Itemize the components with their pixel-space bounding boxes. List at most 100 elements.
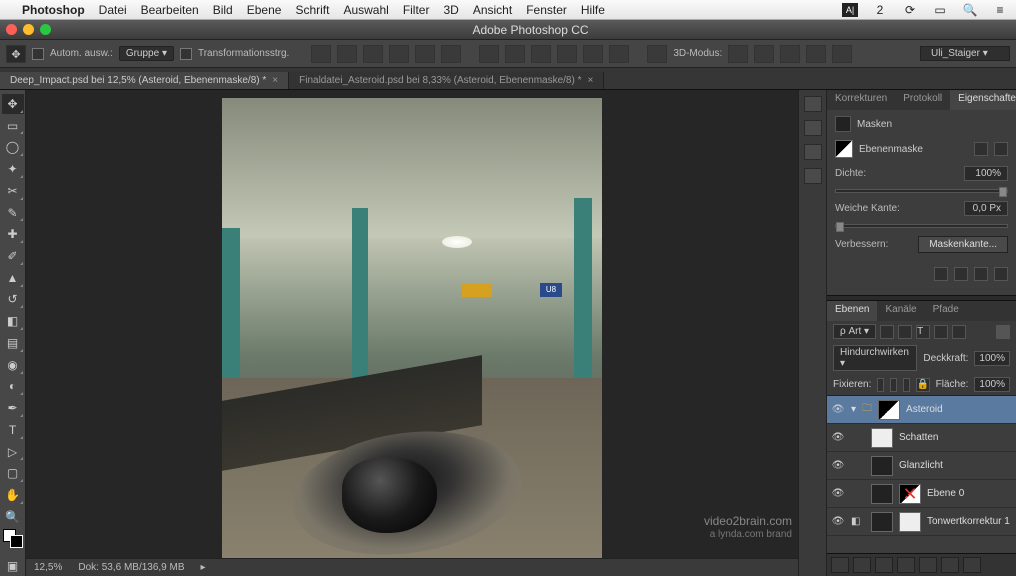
collapsed-panel-icon[interactable] bbox=[804, 168, 822, 184]
blur-tool[interactable]: ◉ bbox=[2, 355, 24, 375]
layer-row[interactable]: 👁 Glanzlicht bbox=[827, 452, 1016, 480]
menu-schrift[interactable]: Schrift bbox=[295, 3, 329, 17]
3d-grid-icon[interactable] bbox=[647, 45, 667, 63]
3d-scale-icon[interactable] bbox=[832, 45, 852, 63]
layer-row[interactable]: 👁 ✕ Ebene 0 ↖ bbox=[827, 480, 1016, 508]
3d-orbit-icon[interactable] bbox=[728, 45, 748, 63]
brush-tool[interactable]: ✐ bbox=[2, 246, 24, 266]
filter-type-icon[interactable]: T bbox=[916, 325, 930, 339]
blend-mode-select[interactable]: Hindurchwirken ▾ bbox=[833, 345, 917, 371]
tab-eigenschaften[interactable]: Eigenschaften bbox=[950, 90, 1016, 110]
layer-row[interactable]: 👁 Schatten bbox=[827, 424, 1016, 452]
opacity-value[interactable]: 100% bbox=[974, 351, 1010, 366]
lock-all-icon[interactable]: 🔒 bbox=[916, 378, 930, 392]
visibility-toggle-icon[interactable]: 👁 bbox=[831, 516, 845, 527]
pen-tool[interactable]: ✒ bbox=[2, 398, 24, 418]
marquee-tool[interactable]: ▭ bbox=[2, 116, 24, 136]
fill-value[interactable]: 100% bbox=[974, 377, 1010, 392]
filter-pixel-icon[interactable] bbox=[880, 325, 894, 339]
eyedropper-tool[interactable]: ✎ bbox=[2, 203, 24, 223]
density-value[interactable]: 100% bbox=[964, 166, 1008, 181]
group-icon[interactable] bbox=[919, 557, 937, 573]
auto-select-mode-select[interactable]: Gruppe ▾ bbox=[119, 46, 174, 61]
layer-style-icon[interactable] bbox=[853, 557, 871, 573]
distribute-icon[interactable] bbox=[479, 45, 499, 63]
workspace-select[interactable]: Uli_Staiger ▾ bbox=[920, 46, 1010, 61]
tab-pfade[interactable]: Pfade bbox=[925, 301, 967, 321]
disable-mask-icon[interactable] bbox=[974, 267, 988, 281]
3d-pan-icon[interactable] bbox=[754, 45, 774, 63]
3d-slide-icon[interactable] bbox=[806, 45, 826, 63]
sync-icon[interactable]: ⟳ bbox=[902, 3, 918, 17]
collapsed-panel-icon[interactable] bbox=[804, 120, 822, 136]
feather-slider[interactable] bbox=[835, 224, 1008, 228]
auto-select-checkbox[interactable] bbox=[32, 48, 44, 60]
align-icon[interactable] bbox=[363, 45, 383, 63]
gradient-tool[interactable]: ▤ bbox=[2, 333, 24, 353]
canvas-area[interactable]: U8 12,5% Dok: 53,6 MB/136,9 MB ▸ video2b… bbox=[26, 90, 798, 576]
layer-thumbnail[interactable] bbox=[871, 484, 893, 504]
menu-ebene[interactable]: Ebene bbox=[247, 3, 282, 17]
distribute-icon[interactable] bbox=[557, 45, 577, 63]
menu-fenster[interactable]: Fenster bbox=[526, 3, 567, 17]
visibility-toggle-icon[interactable]: 👁 bbox=[831, 488, 845, 499]
eraser-tool[interactable]: ◧ bbox=[2, 311, 24, 331]
quick-select-tool[interactable]: ✦ bbox=[2, 159, 24, 179]
dodge-tool[interactable]: ◐ bbox=[2, 377, 24, 397]
layer-thumbnail[interactable] bbox=[871, 456, 893, 476]
distribute-icon[interactable] bbox=[531, 45, 551, 63]
filter-adjust-icon[interactable] bbox=[898, 325, 912, 339]
zoom-window-button[interactable] bbox=[40, 24, 51, 35]
load-selection-icon[interactable] bbox=[934, 267, 948, 281]
document-canvas[interactable]: U8 bbox=[222, 98, 602, 568]
align-icon[interactable] bbox=[389, 45, 409, 63]
align-icon[interactable] bbox=[441, 45, 461, 63]
status-chevron-icon[interactable]: ▸ bbox=[201, 562, 206, 573]
type-tool[interactable]: T bbox=[2, 420, 24, 440]
link-layers-icon[interactable] bbox=[831, 557, 849, 573]
menu-filter[interactable]: Filter bbox=[403, 3, 430, 17]
transform-controls-checkbox[interactable] bbox=[180, 48, 192, 60]
healing-tool[interactable]: ✚ bbox=[2, 224, 24, 244]
pixel-mask-icon[interactable] bbox=[974, 142, 988, 156]
filter-smart-icon[interactable] bbox=[952, 325, 966, 339]
document-tab[interactable]: Deep_Impact.psd bei 12,5% (Asteroid, Ebe… bbox=[0, 72, 289, 89]
hand-tool[interactable]: ✋ bbox=[2, 485, 24, 505]
history-brush-tool[interactable]: ↺ bbox=[2, 290, 24, 310]
lock-transparency-icon[interactable] bbox=[877, 378, 884, 392]
stamp-tool[interactable]: ▲ bbox=[2, 268, 24, 288]
distribute-icon[interactable] bbox=[609, 45, 629, 63]
close-window-button[interactable] bbox=[6, 24, 17, 35]
minimize-window-button[interactable] bbox=[23, 24, 34, 35]
layer-thumbnail[interactable] bbox=[871, 512, 893, 532]
mask-type-icon[interactable] bbox=[835, 116, 851, 132]
mask-thumbnail[interactable] bbox=[878, 400, 900, 420]
doc-size[interactable]: Dok: 53,6 MB/136,9 MB bbox=[78, 562, 184, 573]
filter-toggle-switch[interactable] bbox=[996, 325, 1010, 339]
screen-mode-button[interactable]: ▣ bbox=[2, 556, 24, 576]
layer-name[interactable]: Schatten bbox=[899, 432, 1012, 443]
tab-ebenen[interactable]: Ebenen bbox=[827, 301, 877, 321]
layer-name[interactable]: Glanzlicht bbox=[899, 460, 1012, 471]
document-tab[interactable]: Finaldatei_Asteroid.psd bei 8,33% (Aster… bbox=[289, 72, 604, 89]
visibility-toggle-icon[interactable]: 👁 bbox=[831, 404, 845, 415]
layer-name[interactable]: Asteroid bbox=[906, 404, 1012, 415]
menu-ansicht[interactable]: Ansicht bbox=[473, 3, 512, 17]
distribute-icon[interactable] bbox=[505, 45, 525, 63]
notification-icon[interactable]: 2 bbox=[872, 3, 888, 17]
mask-thumbnail[interactable] bbox=[899, 512, 921, 532]
distribute-icon[interactable] bbox=[583, 45, 603, 63]
collapsed-panel-icon[interactable] bbox=[804, 96, 822, 112]
zoom-level[interactable]: 12,5% bbox=[34, 562, 62, 573]
apply-mask-icon[interactable] bbox=[954, 267, 968, 281]
adjustment-layer-icon[interactable] bbox=[897, 557, 915, 573]
menu-bearbeiten[interactable]: Bearbeiten bbox=[141, 3, 199, 17]
background-color[interactable] bbox=[10, 535, 23, 548]
app-menu[interactable]: Photoshop bbox=[22, 3, 85, 17]
align-icon[interactable] bbox=[311, 45, 331, 63]
spotlight-icon[interactable]: 🔍 bbox=[962, 3, 978, 17]
tab-kanaele[interactable]: Kanäle bbox=[877, 301, 924, 321]
align-icon[interactable] bbox=[337, 45, 357, 63]
align-icon[interactable] bbox=[415, 45, 435, 63]
layer-thumbnail[interactable] bbox=[871, 428, 893, 448]
